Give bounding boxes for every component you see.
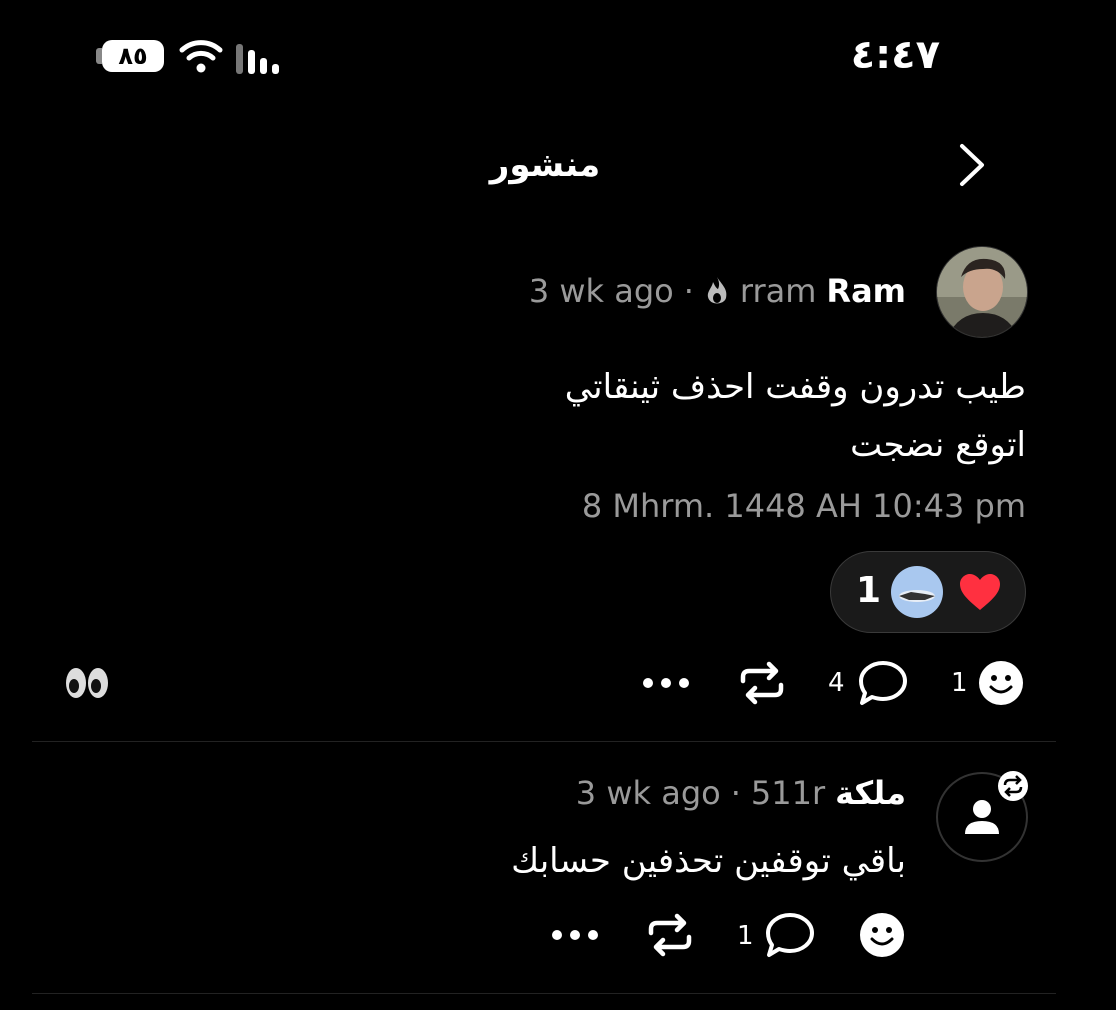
repost-icon[interactable] [737, 661, 787, 705]
flame-icon [707, 277, 727, 304]
meta-separator: · [730, 774, 741, 812]
reply-comment-count: 1 [737, 921, 754, 951]
comment-count: 4 [828, 668, 845, 698]
author-avatar[interactable] [936, 246, 1028, 338]
emoji-icon[interactable] [859, 912, 905, 958]
repost-badge-icon [998, 771, 1028, 801]
page-title: منشور [489, 145, 601, 185]
battery-icon: ٨٥ [102, 40, 164, 72]
reply-time-ago: 3 wk ago [575, 774, 721, 812]
heart-icon [960, 574, 1000, 610]
reply-text: باقي توقفين تحذفين حسابك [511, 841, 906, 881]
status-time: ٤:٤٧ [850, 32, 940, 78]
meta-separator: · [683, 272, 694, 310]
reply-author-name[interactable]: ملكة [835, 774, 906, 812]
divider [32, 741, 1056, 742]
post-text: طيب تدرون وقفت احذف ثينقاتي اتوقع نضجت [565, 358, 1026, 474]
more-icon[interactable] [550, 927, 600, 943]
repost-icon[interactable] [645, 913, 695, 957]
post-text-line: طيب تدرون وقفت احذف ثينقاتي [564, 367, 1026, 407]
post-time-ago: 3 wk ago [528, 272, 674, 310]
signal-icon [236, 44, 279, 74]
wifi-icon [179, 40, 223, 73]
more-icon[interactable] [641, 675, 691, 691]
emoji-icon[interactable] [978, 660, 1024, 706]
emoji-count: 1 [951, 668, 968, 698]
author-handle[interactable]: rram [740, 272, 817, 310]
back-chevron-icon[interactable] [950, 140, 994, 190]
reply-meta: 3 wk ago · 511r ملكة [576, 774, 906, 812]
author-name[interactable]: Ram [826, 272, 906, 310]
eyes-icon [66, 668, 108, 698]
battery-level: ٨٥ [118, 42, 148, 70]
post-text-line: اتوقع نضجت [850, 425, 1026, 465]
comment-icon[interactable] [764, 911, 816, 959]
reaction-count: 1 [856, 570, 882, 611]
comment-icon[interactable] [857, 659, 909, 707]
reply-author-handle[interactable]: 511r [751, 774, 825, 812]
post-meta: 3 wk ago · rram Ram [529, 272, 906, 310]
reactor-avatar [891, 566, 943, 618]
post-date: 8 Mhrm. 1448 AH 10:43 pm [581, 487, 1026, 525]
divider [32, 993, 1056, 994]
